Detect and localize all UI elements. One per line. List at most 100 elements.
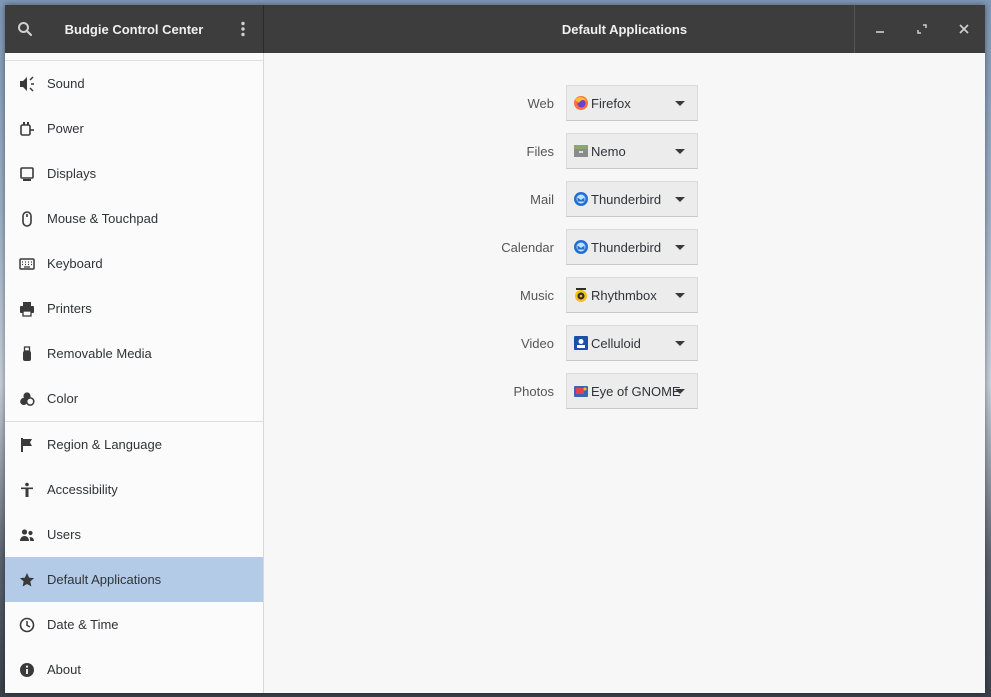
sidebar-item-label: Color: [47, 391, 79, 406]
sidebar-item-label: Date & Time: [47, 617, 119, 632]
default-app-row-music: Music Rhythmbox: [265, 277, 698, 313]
default-app-row-mail: Mail Thunderbird: [265, 181, 698, 217]
selected-app-name: Rhythmbox: [591, 287, 657, 303]
minimize-icon: [876, 31, 884, 33]
sidebar-header: Budgie Control Center: [5, 5, 264, 53]
sidebar-item-users[interactable]: Users: [5, 512, 263, 557]
chevron-down-icon: [675, 197, 685, 202]
speaker-icon: [19, 75, 35, 92]
sidebar-item-label: Mouse & Touchpad: [47, 211, 159, 226]
sidebar-item-label: Removable Media: [47, 346, 152, 361]
close-button[interactable]: [943, 5, 985, 53]
rhythmbox-icon: [575, 288, 587, 302]
web-app-combobox[interactable]: Firefox: [566, 85, 698, 121]
sidebar-item-label: Default Applications: [47, 572, 162, 587]
files-app-combobox[interactable]: Nemo: [566, 133, 698, 169]
sidebar-item-default-applications[interactable]: Default Applications: [5, 557, 263, 602]
mail-app-combobox[interactable]: Thunderbird: [566, 181, 698, 217]
sidebar-item-mouse-touchpad[interactable]: Mouse & Touchpad: [5, 196, 263, 241]
eye-of-gnome-icon: [574, 386, 588, 397]
row-label: Music: [520, 287, 554, 303]
close-icon: [959, 24, 969, 34]
video-app-combobox[interactable]: Celluloid: [566, 325, 698, 361]
row-label: Photos: [513, 383, 554, 399]
minimize-button[interactable]: [859, 5, 901, 53]
sidebar-item-label: Printers: [47, 301, 92, 316]
chevron-down-icon: [675, 341, 685, 346]
sidebar-item-color[interactable]: Color: [5, 376, 263, 421]
chevron-down-icon: [675, 389, 685, 394]
default-app-row-photos: Photos Eye of GNOME: [265, 373, 698, 409]
thunderbird-icon: [574, 240, 588, 254]
sidebar-item-power[interactable]: Power: [5, 106, 263, 151]
selected-app-name: Thunderbird: [591, 191, 662, 207]
firefox-icon: [574, 96, 588, 110]
menu-button[interactable]: [223, 5, 263, 53]
sidebar-divider: [5, 53, 263, 61]
sidebar-item-label: Power: [47, 121, 84, 136]
row-label: Calendar: [501, 239, 554, 255]
row-label: Web: [527, 95, 555, 111]
usb-drive-icon: [19, 345, 35, 362]
music-app-combobox[interactable]: Rhythmbox: [566, 277, 698, 313]
selected-app-name: Eye of GNOME: [591, 383, 681, 399]
photos-app-combobox[interactable]: Eye of GNOME: [566, 373, 698, 409]
maximize-icon: [917, 24, 927, 34]
sidebar-item-date-time[interactable]: Date & Time: [5, 602, 263, 647]
search-button[interactable]: [5, 5, 45, 53]
sidebar-item-printers[interactable]: Printers: [5, 286, 263, 331]
printer-icon: [19, 301, 35, 317]
window-controls: [854, 5, 985, 53]
star-icon: [19, 572, 35, 588]
sidebar-item-label: Accessibility: [47, 482, 118, 497]
selected-app-name: Celluloid: [591, 335, 641, 351]
power-plug-icon: [19, 121, 35, 137]
calendar-app-combobox[interactable]: Thunderbird: [566, 229, 698, 265]
app-title: Budgie Control Center: [64, 21, 204, 37]
chevron-down-icon: [675, 245, 685, 250]
info-icon: [19, 662, 35, 678]
users-icon: [19, 527, 35, 543]
row-label: Files: [526, 143, 554, 159]
sidebar-item-about[interactable]: About: [5, 647, 263, 692]
sidebar: Sound Power Displays Mouse & Touchpad Ke…: [5, 53, 264, 693]
vertical-ellipsis-icon: [241, 21, 245, 37]
celluloid-icon: [574, 336, 588, 350]
mouse-icon: [19, 210, 35, 227]
default-applications-panel: Web Firefox Files Nemo Mail Thunderbird …: [265, 53, 985, 693]
flag-icon: [19, 437, 35, 453]
sidebar-item-label: Users: [47, 527, 81, 542]
sidebar-item-label: Displays: [47, 166, 97, 181]
sidebar-item-removable-media[interactable]: Removable Media: [5, 331, 263, 376]
control-center-window: Budgie Control Center Default Applicatio…: [5, 5, 985, 693]
nemo-icon: [574, 145, 588, 157]
default-app-row-web: Web Firefox: [265, 85, 698, 121]
sidebar-item-accessibility[interactable]: Accessibility: [5, 467, 263, 512]
chevron-down-icon: [675, 101, 685, 106]
sidebar-item-label: Sound: [47, 76, 85, 91]
main-header: Default Applications: [264, 5, 985, 53]
chevron-down-icon: [675, 293, 685, 298]
sidebar-item-region-language[interactable]: Region & Language: [5, 422, 263, 467]
maximize-button[interactable]: [901, 5, 943, 53]
chevron-down-icon: [675, 149, 685, 154]
accessibility-icon: [19, 482, 35, 498]
sidebar-item-sound[interactable]: Sound: [5, 61, 263, 106]
row-label: Video: [520, 335, 554, 351]
sidebar-item-label: About: [47, 662, 81, 677]
default-app-row-video: Video Celluloid: [265, 325, 698, 361]
selected-app-name: Nemo: [591, 143, 626, 159]
row-label: Mail: [530, 191, 554, 207]
clock-icon: [19, 617, 35, 633]
color-icon: [19, 391, 35, 407]
default-app-row-files: Files Nemo: [265, 133, 698, 169]
headerbar: Budgie Control Center Default Applicatio…: [5, 5, 985, 53]
sidebar-item-keyboard[interactable]: Keyboard: [5, 241, 263, 286]
default-app-row-calendar: Calendar Thunderbird: [265, 229, 698, 265]
selected-app-name: Thunderbird: [591, 239, 662, 255]
search-icon: [18, 22, 33, 37]
selected-app-name: Firefox: [591, 95, 631, 111]
thunderbird-icon: [574, 192, 588, 206]
keyboard-icon: [19, 256, 35, 272]
sidebar-item-displays[interactable]: Displays: [5, 151, 263, 196]
